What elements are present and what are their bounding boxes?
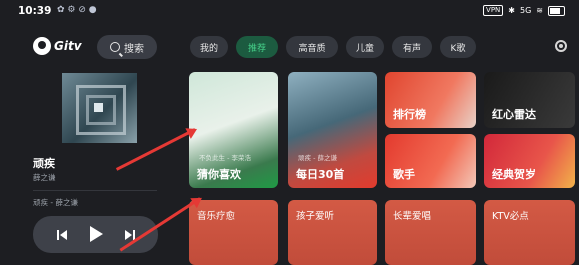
status-right-icons: VPN ✱ 5G ≋: [483, 5, 565, 16]
card-label: 孩子爱听: [296, 211, 335, 222]
search-label: 搜索: [124, 43, 144, 55]
previous-track-icon[interactable]: [57, 230, 67, 240]
card-singer[interactable]: 歌手: [385, 134, 476, 188]
notification-icons: ✿ ⚙ ⊘ ●: [57, 5, 97, 15]
wifi-icon: ≋: [536, 6, 543, 15]
card-label: 排行榜: [393, 108, 426, 121]
song-title: 顽疾: [33, 157, 55, 170]
card-daily-30[interactable]: 顽疾 - 薛之谦 每日30首: [288, 72, 377, 188]
logo-text: Gitv: [54, 39, 82, 53]
tab-mine[interactable]: 我的: [190, 36, 228, 58]
card-label: 长辈爱唱: [393, 211, 432, 222]
player-controls: [33, 216, 158, 253]
battery-icon: [548, 5, 565, 16]
settings-gear-icon[interactable]: [555, 40, 567, 52]
card-new-year[interactable]: 经典贺岁: [484, 134, 575, 188]
tab-kids[interactable]: 儿童: [346, 36, 384, 58]
card-label: 猜你喜欢: [197, 168, 241, 181]
card-healing[interactable]: 音乐疗愈: [189, 200, 278, 265]
play-icon[interactable]: [90, 226, 103, 242]
status-time: 10:39: [18, 5, 52, 17]
card-sub: 顽疾 - 薛之谦: [298, 154, 337, 162]
vpn-icon: VPN: [483, 5, 504, 16]
tab-audio[interactable]: 有声: [392, 36, 432, 58]
card-label: 音乐疗愈: [197, 211, 236, 222]
card-ktv[interactable]: KTV必点: [484, 200, 575, 265]
tab-recommend[interactable]: 推荐: [236, 36, 278, 58]
tab-karaoke[interactable]: K歌: [440, 36, 476, 58]
status-bar: 10:39 ✿ ⚙ ⊘ ● VPN ✱ 5G ≋: [0, 0, 579, 22]
bluetooth-icon: ✱: [508, 6, 515, 15]
search-button[interactable]: 搜索: [97, 35, 157, 59]
card-label: KTV必点: [492, 211, 529, 222]
album-cover[interactable]: [62, 73, 137, 143]
signal-icon: 5G: [520, 6, 532, 15]
card-kids-love[interactable]: 孩子爱听: [288, 200, 377, 265]
search-icon: [110, 42, 120, 52]
divider: [33, 190, 157, 191]
category-tabs: 我的 推荐 高音质 儿童 有声 K歌: [190, 36, 476, 58]
lyric-line: 顽疾 - 薛之谦: [33, 198, 78, 207]
card-radar[interactable]: 红心雷达: [484, 72, 575, 128]
card-elder-sing[interactable]: 长辈爱唱: [385, 200, 476, 265]
card-chart[interactable]: 排行榜: [385, 72, 476, 128]
song-artist: 薛之谦: [33, 173, 56, 182]
card-sub: 不负此生 - 李荣浩: [199, 154, 251, 162]
card-label: 红心雷达: [492, 108, 536, 121]
gitv-logo-icon: [33, 37, 51, 55]
card-label: 经典贺岁: [492, 168, 536, 181]
card-label: 歌手: [393, 168, 415, 181]
tab-hifi[interactable]: 高音质: [286, 36, 338, 58]
card-label: 每日30首: [296, 168, 345, 181]
card-guess-you-like[interactable]: 不负此生 - 李荣浩 猜你喜欢: [189, 72, 278, 188]
app-logo: Gitv: [33, 37, 82, 55]
